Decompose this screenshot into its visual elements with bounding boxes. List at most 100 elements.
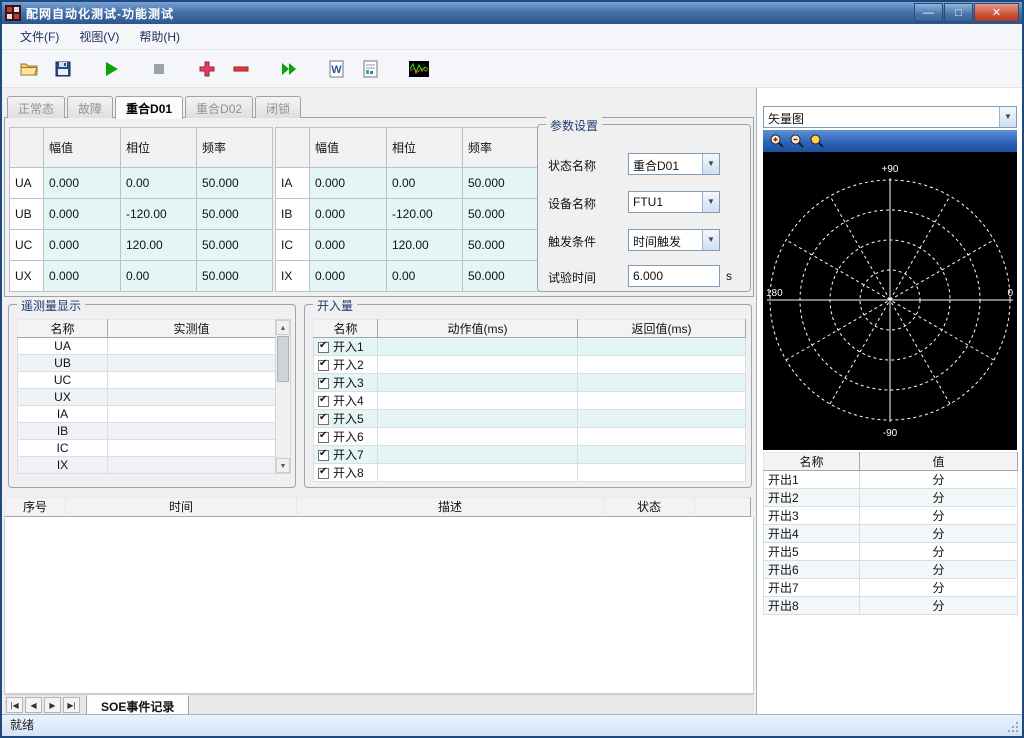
telemetry-row[interactable]: IX: [18, 457, 276, 474]
frequency-cell[interactable]: 50.000: [197, 199, 273, 230]
output-row[interactable]: 开出1 分: [764, 471, 1018, 489]
amplitude-cell[interactable]: 0.000: [44, 199, 121, 230]
phase-cell[interactable]: 120.00: [387, 230, 463, 261]
amplitude-cell[interactable]: 0.000: [44, 261, 121, 292]
checkbox[interactable]: [318, 360, 329, 371]
amplitude-cell[interactable]: 0.000: [310, 230, 387, 261]
dropdown-arrow-icon[interactable]: [702, 230, 719, 250]
digital-input-row[interactable]: 开入5: [314, 410, 746, 428]
phase-cell[interactable]: 120.00: [121, 230, 197, 261]
telemetry-row[interactable]: IB: [18, 423, 276, 440]
dropdown-arrow-icon[interactable]: [999, 107, 1016, 127]
run-button[interactable]: [96, 55, 126, 83]
pager-button[interactable]: ▶|: [63, 697, 80, 713]
output-row[interactable]: 开出6 分: [764, 561, 1018, 579]
phase-cell[interactable]: 0.00: [387, 168, 463, 199]
menu-item[interactable]: 帮助(H): [129, 25, 190, 48]
save-button[interactable]: [48, 55, 78, 83]
digital-input-row[interactable]: 开入2: [314, 356, 746, 374]
output-row[interactable]: 开出7 分: [764, 579, 1018, 597]
stop-button[interactable]: [144, 55, 174, 83]
pager-button[interactable]: |◀: [6, 697, 23, 713]
zoom-reset-button[interactable]: [807, 132, 827, 150]
checkbox[interactable]: [318, 378, 329, 389]
menu-item[interactable]: 文件(F): [10, 25, 69, 48]
word-report-button[interactable]: W: [322, 55, 352, 83]
resize-grip[interactable]: [1006, 720, 1020, 734]
frequency-cell[interactable]: 50.000: [463, 230, 539, 261]
checkbox[interactable]: [318, 450, 329, 461]
amplitude-cell[interactable]: 0.000: [310, 168, 387, 199]
vector-type-combo[interactable]: 矢量图: [763, 106, 1017, 128]
telemetry-row[interactable]: IC: [18, 440, 276, 457]
phase-cell[interactable]: 0.00: [387, 261, 463, 292]
title-bar[interactable]: 配网自动化测试-功能测试 — □ ✕: [2, 2, 1022, 24]
open-file-button[interactable]: [14, 55, 44, 83]
digital-input-row[interactable]: 开入6: [314, 428, 746, 446]
telemetry-row[interactable]: UA: [18, 338, 276, 355]
state-tab[interactable]: 故障: [67, 96, 113, 118]
trigger-condition-combo[interactable]: 时间触发: [628, 229, 720, 251]
checkbox[interactable]: [318, 432, 329, 443]
digital-input-row[interactable]: 开入4: [314, 392, 746, 410]
phase-cell[interactable]: -120.00: [387, 199, 463, 230]
telemetry-row[interactable]: UC: [18, 372, 276, 389]
output-row[interactable]: 开出5 分: [764, 543, 1018, 561]
dropdown-arrow-icon[interactable]: [702, 192, 719, 212]
checkbox[interactable]: [318, 468, 329, 479]
checkbox[interactable]: [318, 396, 329, 407]
phase-cell[interactable]: -120.00: [121, 199, 197, 230]
telemetry-scrollbar[interactable]: ▲ ▼: [275, 319, 291, 474]
frequency-cell[interactable]: 50.000: [463, 199, 539, 230]
phase-cell[interactable]: 0.00: [121, 261, 197, 292]
zoom-out-button[interactable]: [787, 132, 807, 150]
telemetry-row[interactable]: IA: [18, 406, 276, 423]
output-row[interactable]: 开出4 分: [764, 525, 1018, 543]
frequency-cell[interactable]: 50.000: [197, 168, 273, 199]
phase-cell[interactable]: 0.00: [121, 168, 197, 199]
digital-input-row[interactable]: 开入3: [314, 374, 746, 392]
run-all-button[interactable]: [274, 55, 304, 83]
checkbox[interactable]: [318, 342, 329, 353]
test-time-input[interactable]: 6.000: [628, 265, 720, 287]
close-button[interactable]: ✕: [974, 3, 1019, 22]
minimize-button[interactable]: —: [914, 3, 943, 22]
telemetry-row[interactable]: UB: [18, 355, 276, 372]
digital-input-row[interactable]: 开入7: [314, 446, 746, 464]
event-table-body[interactable]: [4, 517, 754, 694]
output-row[interactable]: 开出2 分: [764, 489, 1018, 507]
zoom-in-button[interactable]: [767, 132, 787, 150]
remove-state-button[interactable]: [226, 55, 256, 83]
pager-button[interactable]: ▶: [44, 697, 61, 713]
telemetry-row[interactable]: UX: [18, 389, 276, 406]
frequency-cell[interactable]: 50.000: [197, 261, 273, 292]
frequency-cell[interactable]: 50.000: [463, 261, 539, 292]
output-row[interactable]: 开出3 分: [764, 507, 1018, 525]
checkbox[interactable]: [318, 414, 329, 425]
waveform-button[interactable]: [404, 55, 434, 83]
dropdown-arrow-icon[interactable]: [702, 154, 719, 174]
output-row[interactable]: 开出8 分: [764, 597, 1018, 615]
state-tab[interactable]: 重合D02: [185, 96, 253, 118]
report-view-button[interactable]: [356, 55, 386, 83]
amplitude-cell[interactable]: 0.000: [310, 261, 387, 292]
frequency-cell[interactable]: 50.000: [197, 230, 273, 261]
add-state-button[interactable]: [192, 55, 222, 83]
amplitude-cell[interactable]: 0.000: [310, 199, 387, 230]
state-tab[interactable]: 闭锁: [255, 96, 301, 118]
maximize-button[interactable]: □: [944, 3, 973, 22]
state-name-combo[interactable]: 重合D01: [628, 153, 720, 175]
device-name-combo[interactable]: FTU1: [628, 191, 720, 213]
state-tab[interactable]: 正常态: [7, 96, 65, 118]
amplitude-cell[interactable]: 0.000: [44, 168, 121, 199]
scrollbar-thumb[interactable]: [277, 336, 289, 382]
digital-input-row[interactable]: 开入8: [314, 464, 746, 482]
pager-button[interactable]: ◀: [25, 697, 42, 713]
state-tab[interactable]: 重合D01: [115, 96, 183, 119]
menu-item[interactable]: 视图(V): [69, 25, 129, 48]
frequency-cell[interactable]: 50.000: [463, 168, 539, 199]
scroll-down-icon[interactable]: ▼: [276, 458, 290, 473]
scroll-up-icon[interactable]: ▲: [276, 320, 290, 335]
tab-soe-events[interactable]: SOE事件记录: [86, 695, 189, 715]
amplitude-cell[interactable]: 0.000: [44, 230, 121, 261]
